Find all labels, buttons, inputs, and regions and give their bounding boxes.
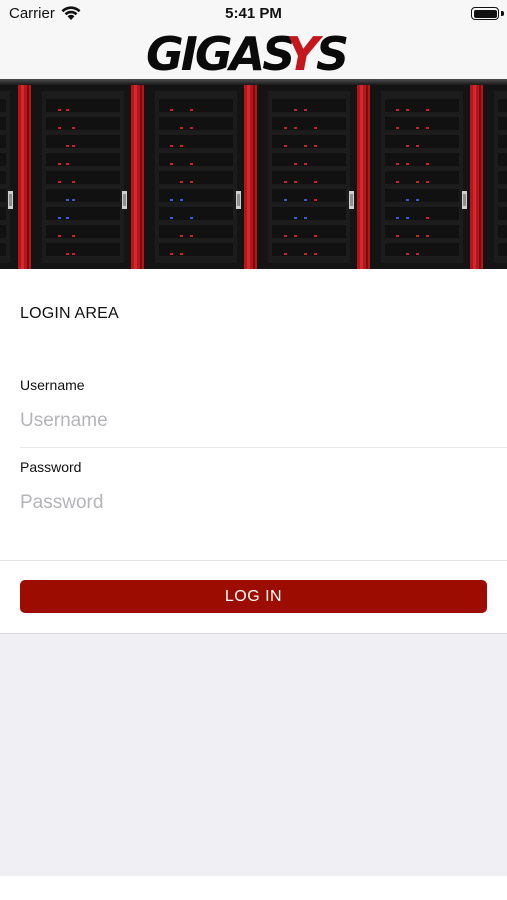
- password-divider: [0, 560, 507, 561]
- empty-background-area: [0, 633, 507, 876]
- password-input[interactable]: [20, 488, 507, 518]
- battery-icon: [471, 7, 499, 20]
- username-label: Username: [20, 377, 85, 393]
- server-racks-illustration: [0, 85, 507, 269]
- clock: 5:41 PM: [225, 5, 282, 22]
- logo-text-black: GIGAS: [146, 30, 293, 74]
- login-button-label: LOG IN: [224, 587, 283, 605]
- password-label: Password: [20, 459, 82, 475]
- username-input[interactable]: [20, 406, 507, 436]
- gigasys-logo: GIGAS Y S: [146, 30, 350, 74]
- server-racks-banner: [0, 79, 507, 269]
- login-area: LOGIN AREA Username Password LOG IN: [0, 269, 507, 633]
- login-button[interactable]: LOG IN: [20, 580, 487, 613]
- logo-text-black-end: S: [316, 30, 347, 74]
- login-area-title: LOGIN AREA: [20, 305, 119, 322]
- battery-tip: [501, 11, 504, 16]
- username-divider: [20, 447, 507, 448]
- status-bar: Carrier 5:41 PM: [0, 0, 507, 28]
- app-header: GIGAS Y S: [0, 28, 507, 80]
- bottom-safe-area: [0, 876, 507, 900]
